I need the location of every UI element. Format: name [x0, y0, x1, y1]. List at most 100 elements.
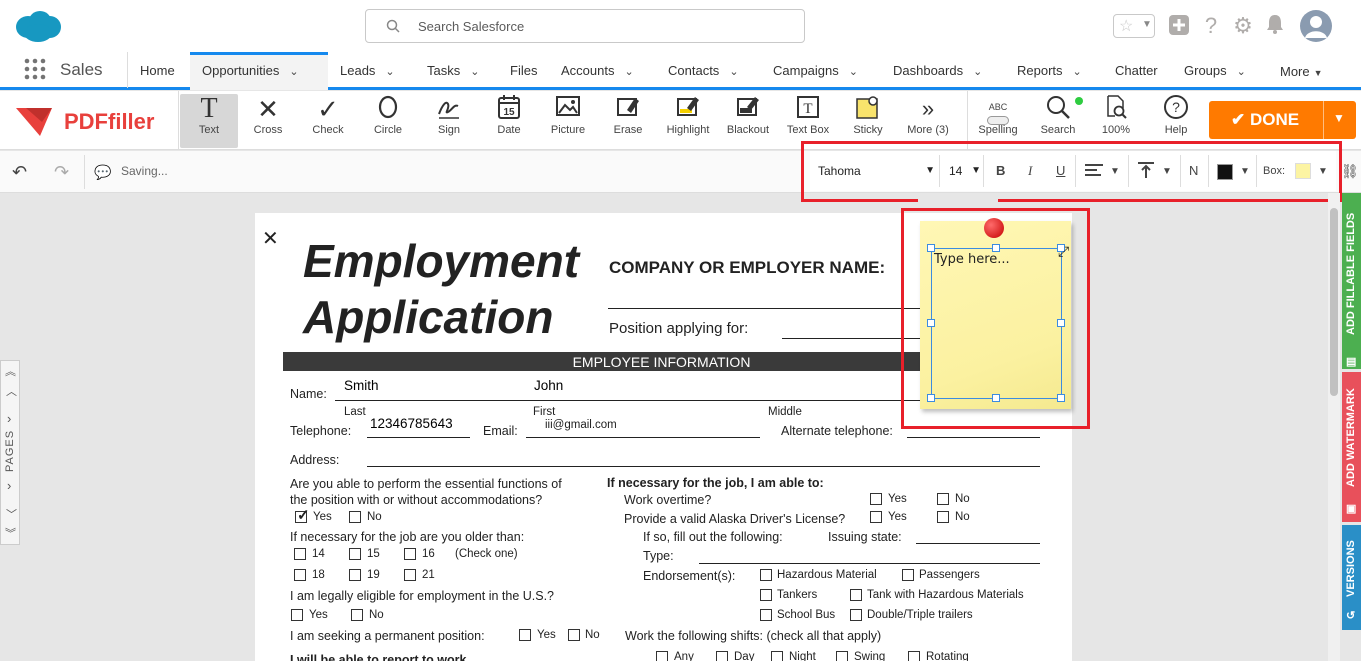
- add-fillable-fields-tab[interactable]: ADD FILLABLE FIELDS ▤: [1342, 193, 1361, 369]
- issuing-state-field[interactable]: [916, 543, 1040, 544]
- essential-yes-checkbox[interactable]: [295, 506, 310, 524]
- shift-rotating-checkbox[interactable]: [908, 651, 920, 661]
- chevron-down-icon[interactable]: ⌄: [624, 65, 633, 78]
- chevron-right-icon[interactable]: ›: [7, 411, 11, 426]
- tool-picture[interactable]: Picture: [539, 94, 597, 148]
- nav-contacts[interactable]: Contacts ⌄: [668, 63, 739, 78]
- nav-home[interactable]: Home: [140, 63, 175, 78]
- company-name-field[interactable]: [608, 308, 920, 309]
- tool-erase[interactable]: Erase: [599, 94, 657, 148]
- global-search-input[interactable]: Search Salesforce: [365, 9, 805, 43]
- nav-tasks[interactable]: Tasks ⌄: [427, 63, 479, 78]
- add-watermark-tab[interactable]: ADD WATERMARK ▣: [1342, 372, 1361, 522]
- favorites-button[interactable]: ☆ ▼: [1113, 14, 1155, 38]
- tool-cross[interactable]: ✕ Cross: [239, 94, 297, 148]
- age-15-checkbox[interactable]: [349, 548, 361, 560]
- nav-reports[interactable]: Reports ⌄: [1017, 63, 1082, 78]
- tool-more[interactable]: » More (3): [899, 94, 957, 148]
- overtime-yes-checkbox[interactable]: [870, 493, 882, 505]
- chevron-down-icon[interactable]: ⌄: [1073, 65, 1082, 78]
- last-name-value[interactable]: Smith: [344, 378, 379, 393]
- telephone-value[interactable]: 12346785643: [370, 416, 453, 431]
- age-18-checkbox[interactable]: [294, 569, 306, 581]
- nav-accounts[interactable]: Accounts ⌄: [561, 63, 634, 78]
- hazardous-material-checkbox[interactable]: [760, 569, 772, 581]
- scrollbar-thumb[interactable]: [1330, 208, 1338, 396]
- eligible-no-checkbox[interactable]: [351, 609, 363, 621]
- shift-day-checkbox[interactable]: [716, 651, 728, 661]
- chevron-down-icon[interactable]: ﹀: [6, 506, 17, 522]
- tool-zoom[interactable]: 100%: [1087, 94, 1145, 148]
- shift-any-checkbox[interactable]: [656, 651, 668, 661]
- chevron-down-icon[interactable]: ⌄: [849, 65, 858, 78]
- double-chevron-down-icon[interactable]: ︾: [5, 525, 16, 541]
- tool-spelling[interactable]: ABC Spelling: [969, 94, 1027, 148]
- address-field[interactable]: [367, 466, 1040, 467]
- nav-campaigns[interactable]: Campaigns ⌄: [773, 63, 858, 78]
- done-button[interactable]: ✔ DONE ▼: [1209, 101, 1356, 139]
- shift-swing-checkbox[interactable]: [836, 651, 848, 661]
- age-19-checkbox[interactable]: [349, 569, 361, 581]
- eligible-yes-checkbox[interactable]: [291, 609, 303, 621]
- global-actions-icon[interactable]: [1167, 14, 1191, 38]
- chevron-down-icon[interactable]: ⌄: [470, 65, 479, 78]
- notifications-bell-icon[interactable]: [1263, 14, 1287, 38]
- help-icon[interactable]: ?: [1199, 14, 1223, 38]
- chevron-down-icon[interactable]: ⌄: [385, 65, 394, 78]
- tool-circle[interactable]: Circle: [359, 94, 417, 148]
- alternate-telephone-field[interactable]: [907, 437, 1040, 438]
- tool-text[interactable]: T Text: [180, 94, 238, 148]
- age-14-checkbox[interactable]: [294, 548, 306, 560]
- tool-check[interactable]: ✓ Check: [299, 94, 357, 148]
- double-triple-checkbox[interactable]: [850, 609, 862, 621]
- app-launcher-icon[interactable]: [24, 58, 46, 80]
- essential-no-checkbox[interactable]: [349, 511, 361, 523]
- close-icon[interactable]: ✕: [262, 226, 279, 251]
- first-name-value[interactable]: John: [534, 378, 563, 393]
- tank-hazardous-checkbox[interactable]: [850, 589, 862, 601]
- undo-icon[interactable]: ↶: [12, 162, 27, 183]
- permanent-no-checkbox[interactable]: [568, 629, 580, 641]
- chevron-down-icon[interactable]: ⌄: [729, 65, 738, 78]
- setup-gear-icon[interactable]: ⚙: [1231, 14, 1255, 38]
- link-icon[interactable]: ⛓: [1341, 163, 1359, 180]
- tool-date[interactable]: 15 Date: [480, 94, 538, 148]
- nav-chatter[interactable]: Chatter: [1115, 63, 1158, 78]
- tool-help[interactable]: ? Help: [1147, 94, 1205, 148]
- permanent-yes-checkbox[interactable]: [519, 629, 531, 641]
- passengers-checkbox[interactable]: [902, 569, 914, 581]
- tool-sign[interactable]: Sign: [420, 94, 478, 148]
- email-value[interactable]: iii@gmail.com: [545, 419, 617, 431]
- age-21-checkbox[interactable]: [404, 569, 416, 581]
- license-yes-checkbox[interactable]: [870, 511, 882, 523]
- nav-more[interactable]: More ▼: [1280, 64, 1323, 79]
- tool-blackout[interactable]: Blackout: [719, 94, 777, 148]
- chevron-right-icon[interactable]: ›: [7, 478, 11, 493]
- nav-leads[interactable]: Leads ⌄: [340, 63, 395, 78]
- user-avatar[interactable]: [1300, 10, 1332, 42]
- double-triple-label: Double/Triple trailers: [867, 609, 973, 621]
- age-16-checkbox[interactable]: [404, 548, 416, 560]
- tool-highlight[interactable]: Highlight: [659, 94, 717, 148]
- done-dropdown-arrow-icon[interactable]: ▼: [1333, 111, 1345, 125]
- nav-groups[interactable]: Groups ⌄: [1184, 63, 1246, 78]
- license-no-checkbox[interactable]: [937, 511, 949, 523]
- tankers-checkbox[interactable]: [760, 589, 772, 601]
- versions-tab[interactable]: VERSIONS ↺: [1342, 525, 1361, 630]
- overtime-no-checkbox[interactable]: [937, 493, 949, 505]
- license-type-field[interactable]: [699, 563, 1040, 564]
- nav-dashboards[interactable]: Dashboards ⌄: [893, 63, 982, 78]
- double-chevron-up-icon[interactable]: ︽: [5, 363, 16, 379]
- nav-opportunities[interactable]: Opportunities ⌄: [202, 63, 299, 78]
- school-bus-checkbox[interactable]: [760, 609, 772, 621]
- chevron-down-icon[interactable]: ⌄: [973, 65, 982, 78]
- shift-night-checkbox[interactable]: [771, 651, 783, 661]
- salesforce-logo[interactable]: [14, 9, 62, 43]
- chevron-up-icon[interactable]: ︿: [6, 383, 17, 399]
- redo-icon[interactable]: ↷: [54, 162, 69, 183]
- chevron-down-icon[interactable]: ⌄: [289, 65, 298, 78]
- tool-sticky[interactable]: Sticky: [839, 94, 897, 148]
- tool-text-box[interactable]: T Text Box: [779, 94, 837, 148]
- nav-files[interactable]: Files: [510, 63, 537, 78]
- chevron-down-icon[interactable]: ⌄: [1237, 65, 1246, 78]
